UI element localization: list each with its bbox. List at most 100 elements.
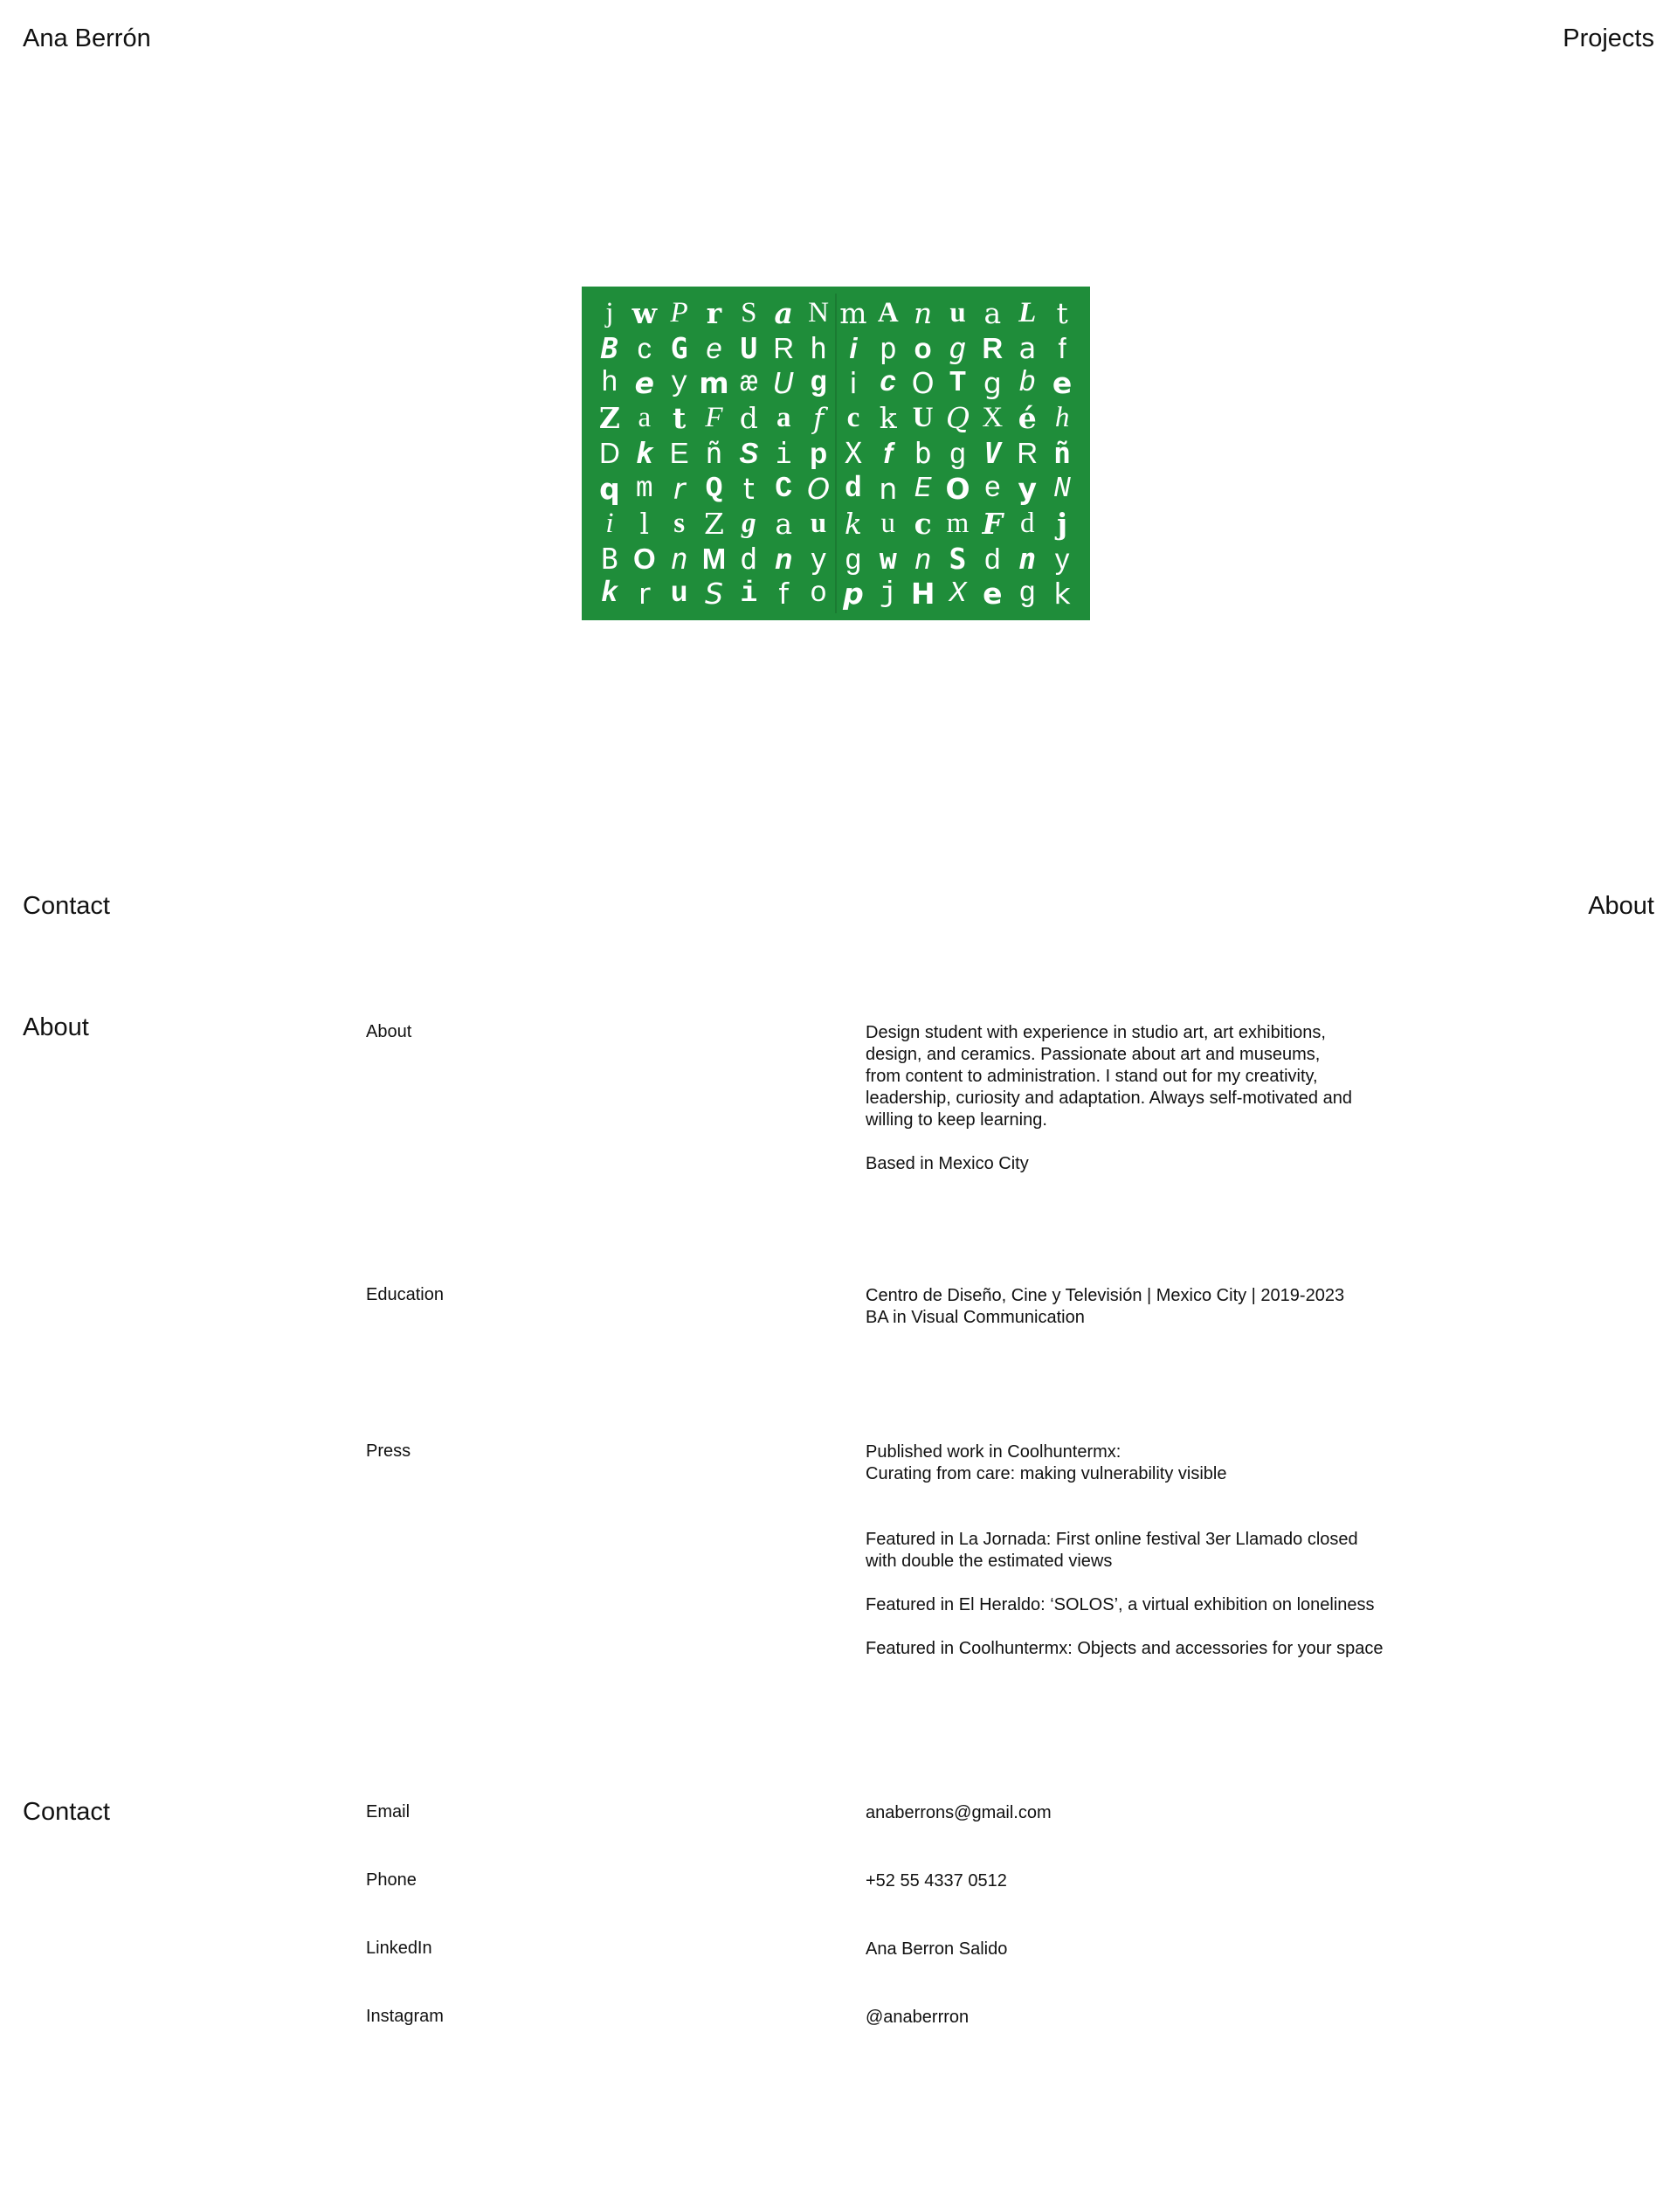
education-value: Centro de Diseño, Cine y Televisión | Me…: [866, 1285, 1433, 1329]
education-school-text: Centro de Diseño, Cine y Televisión | Me…: [866, 1286, 1345, 1305]
hero-glyph: t: [673, 401, 687, 436]
hero-glyph: e: [983, 472, 1002, 505]
hero-glyph: y: [810, 542, 827, 577]
hero-glyph: k: [844, 506, 862, 541]
hero-glyph: g: [742, 507, 756, 539]
hero-glyph: d: [1019, 507, 1035, 539]
hero-glyph: k: [635, 436, 653, 471]
hero-glyph: d: [739, 401, 758, 436]
about-location-text: Based in Mexico City: [866, 1154, 1029, 1173]
hero-glyph: R: [773, 331, 795, 364]
hero-glyph: R: [982, 331, 1004, 364]
hero-glyph: N: [1053, 472, 1071, 505]
hero-glyph: m: [946, 507, 970, 539]
hero-glyph: a: [983, 295, 1002, 330]
hero-glyph: E: [669, 437, 689, 470]
hero-glyph: f: [1058, 331, 1066, 364]
hero-glyph: Q: [705, 472, 723, 505]
site-name-link[interactable]: Ana Berrón: [23, 24, 151, 53]
hero-glyph: g: [810, 367, 827, 400]
hero-glyph: k: [601, 577, 618, 611]
hero-glyph: m: [839, 295, 867, 330]
hero-glyph: g: [1018, 577, 1037, 611]
hero-glyph: j: [1057, 506, 1068, 541]
hero-glyph: d: [984, 543, 1001, 576]
hero-glyph: a: [1018, 330, 1037, 365]
email-link[interactable]: anaberrons@gmail.com: [866, 1802, 1433, 1824]
hero-glyph: U: [740, 330, 758, 365]
email-label: Email: [366, 1802, 411, 1821]
hero-glyph: c: [879, 367, 897, 400]
hero-glyph: é: [1018, 401, 1037, 436]
press-item-la-jornada-link[interactable]: Featured in La Jornada: First online fes…: [866, 1529, 1390, 1573]
hero-glyph: f: [812, 401, 825, 436]
hero-glyph: o: [810, 577, 827, 611]
hero-glyph: k: [879, 401, 897, 436]
hero-glyph: N: [808, 296, 829, 328]
hero-glyph: w: [631, 295, 657, 330]
hero-glyph: a: [638, 402, 652, 434]
hero-glyph: L: [1018, 296, 1037, 328]
hero-glyph: ñ: [705, 436, 723, 471]
hero-glyph: j: [879, 577, 897, 611]
about-link[interactable]: About: [1588, 892, 1654, 921]
hero-glyph: d: [845, 472, 862, 505]
hero-glyph: Q: [945, 401, 970, 436]
education-degree-text: BA in Visual Communication: [866, 1308, 1085, 1327]
about-label: About: [366, 1022, 412, 1041]
hero-glyph: o: [914, 331, 932, 364]
hero-glyph: V: [983, 436, 1002, 471]
hero-glyph: g: [949, 330, 967, 365]
hero-glyph: S: [739, 437, 759, 470]
hero-glyph: U: [773, 366, 795, 401]
hero-glyph: S: [705, 577, 723, 612]
press-item-coolhunter-intro[interactable]: Published work in Coolhuntermx:: [866, 1441, 1433, 1463]
press-item-curating-link[interactable]: Curating from care: making vulnerability…: [866, 1463, 1433, 1485]
about-section-title: About: [23, 1013, 89, 1041]
about-bio-text: Design student with experience in studio…: [866, 1023, 1352, 1130]
hero-glyph: i: [849, 366, 858, 401]
hero-glyph: M: [701, 543, 727, 576]
hero-glyph: i: [740, 577, 758, 611]
press-item-coolhunter-objects-link[interactable]: Featured in Coolhuntermx: Objects and ac…: [866, 1638, 1433, 1660]
hero-glyph: S: [949, 542, 967, 577]
hero-glyph: i: [775, 436, 793, 471]
hero-glyph: æ: [740, 367, 758, 400]
hero-glyph: i: [849, 331, 858, 364]
hero-glyph: e: [634, 366, 654, 401]
hero-glyph: S: [741, 296, 757, 328]
instagram-label: Instagram: [366, 2007, 444, 2026]
hero-glyph: r: [673, 471, 686, 506]
hero-glyph: h: [1054, 402, 1070, 434]
hero-glyph: A: [877, 296, 899, 328]
hero-glyph: O: [945, 471, 970, 506]
hero-glyph: m: [635, 472, 653, 505]
hero-glyph: n: [914, 543, 931, 576]
hero-glyph: D: [599, 437, 620, 470]
hero-glyph: B: [600, 330, 618, 365]
hero-glyph: b: [914, 436, 932, 471]
hero-glyph: h: [810, 330, 827, 365]
hero-glyph: k: [1053, 577, 1071, 612]
hero-glyph: a: [774, 295, 793, 330]
linkedin-link[interactable]: Ana Berron Salido: [866, 1939, 1433, 1960]
hero-glyph: c: [846, 402, 860, 434]
hero-glyph: X: [844, 436, 862, 471]
hero-glyph: p: [879, 330, 897, 365]
contact-section-title: Contact: [23, 1798, 110, 1826]
press-label: Press: [366, 1441, 411, 1461]
hero-glyph: y: [1054, 543, 1070, 576]
phone-label: Phone: [366, 1870, 417, 1890]
projects-link[interactable]: Projects: [1563, 24, 1654, 53]
hero-glyph: P: [670, 296, 688, 328]
phone-link[interactable]: +52 55 4337 0512: [866, 1870, 1433, 1892]
contact-link[interactable]: Contact: [23, 892, 110, 921]
hero-glyph: O: [807, 471, 831, 506]
press-item-el-heraldo-link[interactable]: Featured in El Heraldo: ‘SOLOS’, a virtu…: [866, 1594, 1433, 1616]
instagram-link[interactable]: @anaberrron: [866, 2007, 1433, 2029]
hero-glyph: i: [605, 507, 614, 539]
hero-glyph: u: [810, 507, 827, 539]
hero-glyph: w: [879, 542, 897, 577]
hero-glyph: e: [983, 577, 1003, 612]
hero-glyph: B: [600, 542, 618, 577]
